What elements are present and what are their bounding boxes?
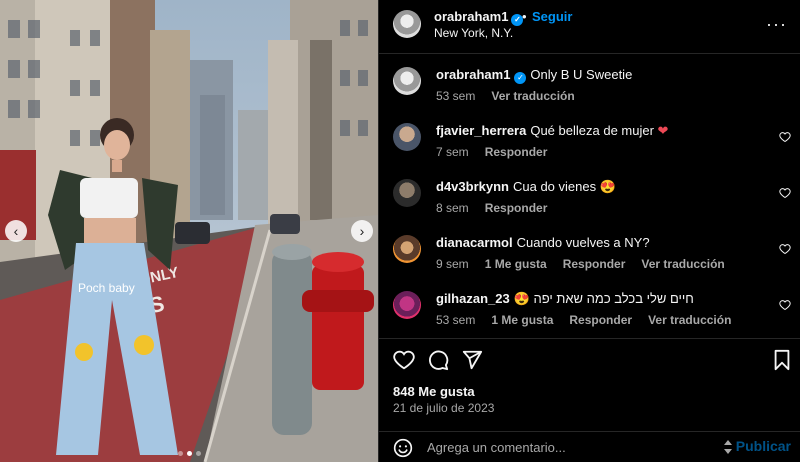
follow-button[interactable]: Seguir [532, 9, 572, 24]
comment-time[interactable]: 8 sem [436, 201, 469, 215]
like-comment-heart-icon[interactable] [779, 131, 791, 143]
comment-meta: 53 sem 1 Me gusta Responder Ver traducción [436, 313, 747, 327]
jeans-text: Poch baby [78, 281, 135, 295]
reply-button[interactable]: Responder [485, 145, 548, 159]
post-actions: 848 Me gusta 21 de julio de 2023 Publica… [379, 338, 800, 462]
comment-text: dianacarmol Cuando vuelves a NY? [436, 235, 650, 250]
comment-meta: 8 sem Responder [436, 201, 563, 215]
reply-button[interactable]: Responder [569, 313, 632, 327]
comment-username[interactable]: fjavier_herrera [436, 123, 526, 138]
see-translation-link[interactable]: Ver traducción [641, 257, 724, 271]
see-translation-link[interactable]: Ver traducción [648, 313, 731, 327]
reply-button[interactable]: Responder [485, 201, 548, 215]
avatar[interactable] [393, 10, 421, 38]
post-header: orabraham1 ✓ • Seguir New York, N.Y. ··· [379, 0, 800, 54]
add-comment-bar: Publicar [379, 431, 800, 462]
more-horizontal-icon[interactable]: ··· [766, 14, 787, 35]
like-comment-heart-icon[interactable] [779, 243, 791, 255]
red-heart-emoji: ❤ [657, 123, 669, 138]
previous-photo-button[interactable]: ‹ [5, 220, 27, 242]
scroll-arrows-icon [724, 440, 732, 454]
heart-eyes-emoji: 😍 [513, 291, 530, 306]
comment-body: Qué belleza de mujer [530, 123, 654, 138]
comment-row: d4v3brkynn Cua do vienes 😍 8 sem Responder [379, 167, 800, 223]
like-heart-icon[interactable] [393, 349, 415, 371]
comment-likes-count[interactable]: 1 Me gusta [491, 313, 553, 327]
comment-meta: 9 sem 1 Me gusta Responder Ver traducción [436, 257, 741, 271]
separator-dot: • [522, 9, 527, 24]
reply-button[interactable]: Responder [563, 257, 626, 271]
like-comment-heart-icon[interactable] [779, 187, 791, 199]
comment-time[interactable]: 9 sem [436, 257, 469, 271]
carousel-dot [195, 451, 201, 456]
comment-likes-count[interactable]: 1 Me gusta [485, 257, 547, 271]
comment-row: dianacarmol Cuando vuelves a NY? 9 sem 1 M… [379, 223, 800, 279]
username-text[interactable]: orabraham1 [434, 9, 508, 24]
post-username[interactable]: orabraham1 ✓ [434, 9, 524, 26]
comment-bubble-icon[interactable] [427, 349, 449, 371]
avatar[interactable] [393, 235, 421, 263]
see-translation-link[interactable]: Ver traducción [491, 89, 574, 103]
comment-text: d4v3brkynn Cua do vienes 😍 [436, 179, 616, 195]
save-bookmark-icon[interactable] [771, 349, 793, 371]
verified-badge-icon: ✓ [514, 72, 527, 84]
avatar[interactable] [393, 179, 421, 207]
caption-body: Only B U Sweetie [530, 67, 633, 82]
comment-body: חיים שלי בכלב כמה שאת יפה [533, 291, 694, 306]
comment-text: gilhazan_23 😍 חיים שלי בכלב כמה שאת יפה [436, 291, 694, 307]
comment-time[interactable]: 53 sem [436, 313, 475, 327]
publish-button[interactable]: Publicar [736, 438, 791, 454]
comment-username[interactable]: d4v3brkynn [436, 179, 509, 194]
post-location[interactable]: New York, N.Y. [434, 26, 513, 40]
avatar[interactable] [393, 123, 421, 151]
comments-list[interactable]: orabraham1 ✓ Only B U Sweetie 53 sem Ver tr… [379, 55, 800, 338]
carousel-dot-active [186, 451, 192, 456]
comment-input[interactable] [427, 436, 717, 458]
comment-row: fjavier_herrera Qué belleza de mujer ❤ 7 … [379, 111, 800, 167]
like-comment-heart-icon[interactable] [779, 299, 791, 311]
avatar[interactable] [393, 291, 421, 319]
street-photo: ONLY BUS Poch baby [0, 0, 378, 462]
caption-text: orabraham1 ✓ Only B U Sweetie [436, 67, 632, 84]
carousel-dot [177, 451, 183, 456]
carousel-indicator [0, 451, 378, 456]
avatar[interactable] [393, 67, 421, 95]
comment-time[interactable]: 53 sem [436, 89, 475, 103]
comment-row: gilhazan_23 😍 חיים שלי בכלב כמה שאת יפה 5… [379, 279, 800, 335]
post-side-panel: orabraham1 ✓ • Seguir New York, N.Y. ··· … [378, 0, 800, 462]
comment-body: Cua do vienes [512, 179, 597, 194]
emoji-smile-icon[interactable] [393, 438, 413, 458]
post-photo: ONLY BUS Poch baby ‹ › [0, 0, 378, 462]
comment-text: fjavier_herrera Qué belleza de mujer ❤ [436, 123, 668, 139]
comment-username[interactable]: dianacarmol [436, 235, 513, 250]
comment-username[interactable]: gilhazan_23 [436, 291, 510, 306]
comment-time[interactable]: 7 sem [436, 145, 469, 159]
comment-username[interactable]: orabraham1 [436, 67, 510, 82]
next-photo-button[interactable]: › [351, 220, 373, 242]
caption-row: orabraham1 ✓ Only B U Sweetie 53 sem Ver tr… [379, 55, 800, 111]
caption-meta: 53 sem Ver traducción [436, 89, 591, 103]
likes-count[interactable]: 848 Me gusta [393, 384, 475, 399]
post-date: 21 de julio de 2023 [393, 401, 495, 415]
comment-meta: 7 sem Responder [436, 145, 563, 159]
comment-body: Cuando vuelves a NY? [516, 235, 650, 250]
share-send-icon[interactable] [461, 349, 483, 371]
heart-eyes-emoji: 😍 [599, 179, 616, 194]
